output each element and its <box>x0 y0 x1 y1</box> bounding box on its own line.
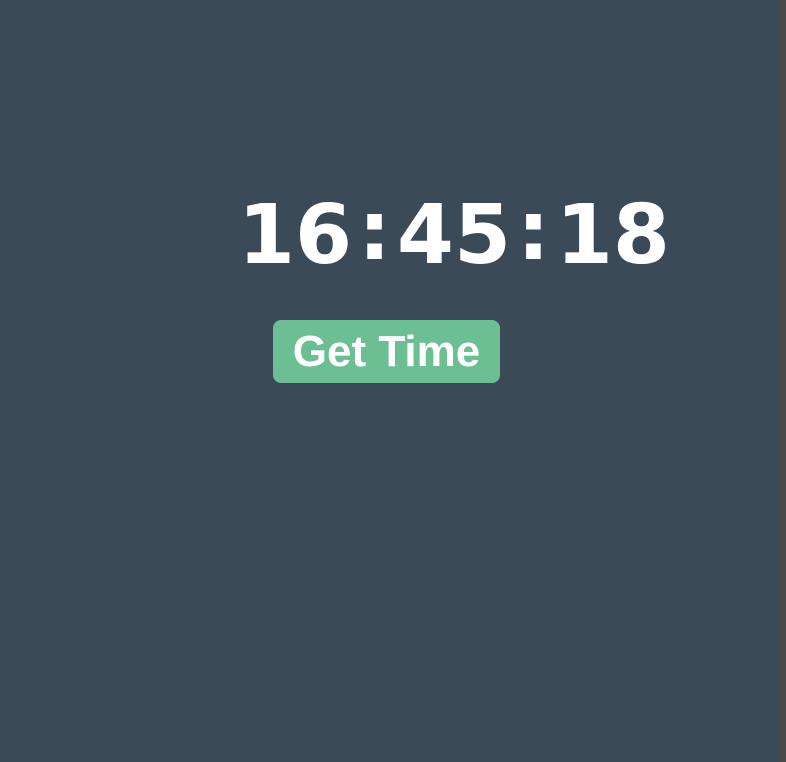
minutes-value: 45 <box>396 188 512 283</box>
app-page: 16 : 45 : 18 Get Time <box>0 0 786 762</box>
time-separator: : <box>517 184 550 279</box>
get-time-button[interactable]: Get Time <box>273 320 500 383</box>
window-edge <box>780 0 786 762</box>
hours-value: 16 <box>238 188 353 283</box>
time-display: 16 : 45 : 18 <box>238 188 670 284</box>
seconds-value: 18 <box>555 188 670 283</box>
time-separator: : <box>358 184 391 279</box>
